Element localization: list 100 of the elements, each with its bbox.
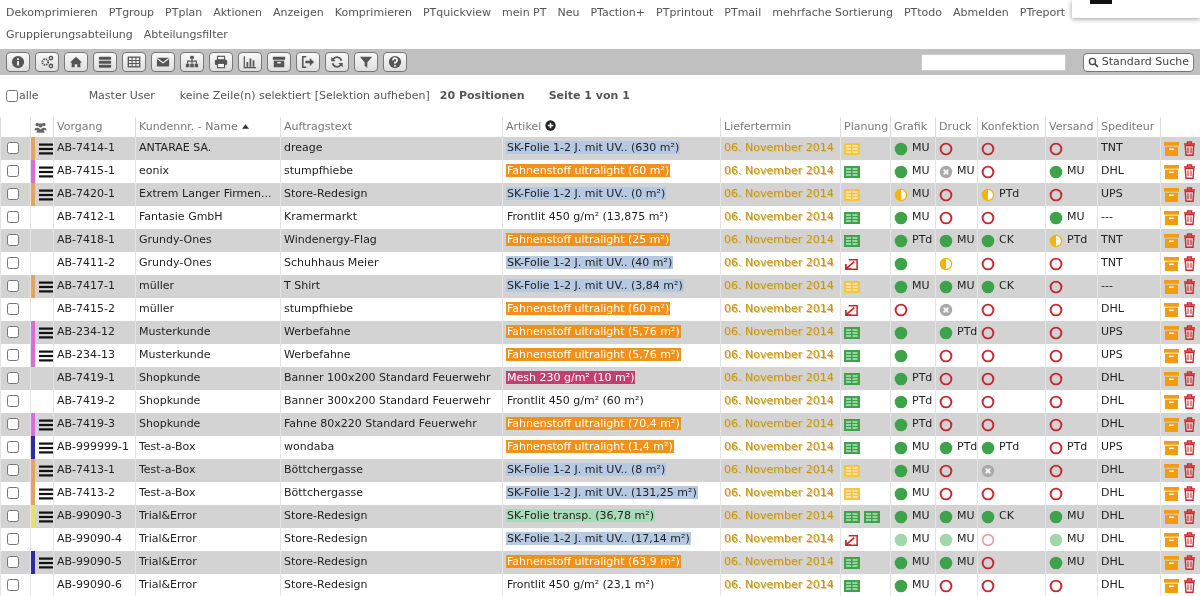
trash-icon[interactable]: [1183, 509, 1196, 524]
table-button[interactable]: [122, 52, 146, 72]
planning-list-icon[interactable]: [844, 349, 860, 362]
menu-link[interactable]: PTprintout: [656, 2, 714, 24]
planning-list-icon[interactable]: [844, 441, 860, 454]
add-icon[interactable]: [545, 119, 557, 131]
planning-list-icon[interactable]: [844, 395, 860, 408]
menu-link[interactable]: Anzeigen: [272, 2, 324, 24]
menu-link[interactable]: PTgroup: [108, 2, 155, 24]
search-field[interactable]: [920, 53, 1066, 71]
bar-chart-button[interactable]: [238, 52, 262, 72]
menu-link[interactable]: mein PT: [502, 2, 547, 24]
select-all-checkbox[interactable]: [6, 90, 18, 102]
trash-icon[interactable]: [1183, 555, 1196, 570]
menu-link[interactable]: PTplan: [165, 2, 203, 24]
row-checkbox[interactable]: [7, 142, 19, 155]
column-header[interactable]: Liefertermin: [724, 119, 792, 133]
menu-link[interactable]: Dekomprimieren: [6, 2, 98, 24]
search-button[interactable]: Standard Suche: [1082, 52, 1194, 72]
list-button[interactable]: [93, 52, 117, 72]
row-checkbox[interactable]: [7, 188, 19, 201]
trash-icon[interactable]: [1183, 463, 1196, 478]
row-checkbox[interactable]: [7, 326, 19, 339]
menu-icon[interactable]: [39, 464, 53, 477]
planning-list-icon[interactable]: [844, 165, 860, 178]
row-checkbox[interactable]: [7, 395, 19, 408]
row-checkbox[interactable]: [7, 303, 19, 316]
row-checkbox[interactable]: [7, 234, 19, 247]
trash-icon[interactable]: [1183, 440, 1196, 455]
column-header[interactable]: Vorgang: [57, 119, 103, 133]
trash-icon[interactable]: [1183, 417, 1196, 432]
home-button[interactable]: [64, 52, 88, 72]
menu-link[interactable]: Komprimieren: [334, 2, 412, 24]
trash-icon[interactable]: [1183, 187, 1196, 202]
column-header[interactable]: Konfektion: [981, 119, 1040, 133]
trash-icon[interactable]: [1183, 210, 1196, 225]
column-header[interactable]: Druck: [939, 119, 972, 133]
row-checkbox[interactable]: [7, 418, 19, 431]
menu-link[interactable]: mehrfache Sortierung: [772, 2, 893, 24]
column-header[interactable]: Artikel: [506, 119, 542, 133]
clear-selection-link[interactable]: [Selektion aufheben]: [314, 87, 430, 105]
planning-list-icon[interactable]: [844, 579, 860, 592]
row-checkbox[interactable]: [7, 464, 19, 477]
trash-icon[interactable]: [1183, 578, 1196, 593]
column-header[interactable]: Kundennr. - Name: [139, 119, 238, 133]
gears-button[interactable]: [35, 52, 59, 72]
trash-icon[interactable]: [1183, 141, 1196, 156]
menu-link[interactable]: PTquickview: [423, 2, 492, 24]
planning-list-icon[interactable]: [844, 211, 860, 224]
row-checkbox[interactable]: [7, 487, 19, 500]
row-checkbox[interactable]: [7, 280, 19, 293]
trash-icon[interactable]: [1183, 279, 1196, 294]
row-checkbox[interactable]: [7, 510, 19, 523]
refresh-button[interactable]: [325, 52, 349, 72]
trash-icon[interactable]: [1183, 371, 1196, 386]
row-checkbox[interactable]: [7, 211, 19, 224]
column-header[interactable]: Spediteur: [1101, 119, 1155, 133]
trash-icon[interactable]: [1183, 394, 1196, 409]
sort-ascending-icon[interactable]: [241, 124, 249, 130]
trash-icon[interactable]: [1183, 256, 1196, 271]
menu-link[interactable]: PTtodo: [903, 2, 942, 24]
row-checkbox[interactable]: [7, 372, 19, 385]
menu-icon[interactable]: [39, 349, 53, 362]
return-arrow-icon[interactable]: [844, 532, 859, 547]
exit-button[interactable]: [296, 52, 320, 72]
column-header[interactable]: Versand: [1049, 119, 1094, 133]
menu-icon[interactable]: [39, 510, 53, 523]
menu-link[interactable]: Gruppierungsabteilung: [6, 24, 133, 46]
menu-icon[interactable]: [39, 441, 53, 454]
menu-icon[interactable]: [39, 165, 53, 178]
trash-icon[interactable]: [1183, 325, 1196, 340]
trash-icon[interactable]: [1183, 486, 1196, 501]
menu-link[interactable]: PTmail: [724, 2, 762, 24]
trash-icon[interactable]: [1183, 302, 1196, 317]
return-arrow-icon[interactable]: [844, 256, 859, 271]
column-header[interactable]: Grafik: [894, 119, 928, 133]
menu-link[interactable]: Abteilungsfilter: [143, 24, 228, 46]
menu-icon[interactable]: [39, 280, 53, 293]
row-checkbox[interactable]: [7, 165, 19, 178]
trash-icon[interactable]: [1183, 532, 1196, 547]
sitemap-button[interactable]: [180, 52, 204, 72]
menu-icon[interactable]: [39, 326, 53, 339]
archive-button[interactable]: [267, 52, 291, 72]
mail-button[interactable]: [151, 52, 175, 72]
menu-icon[interactable]: [39, 188, 53, 201]
trash-icon[interactable]: [1183, 348, 1196, 363]
menu-icon[interactable]: [39, 418, 53, 431]
menu-link[interactable]: Aktionen: [213, 2, 262, 24]
help-button[interactable]: [383, 52, 407, 72]
printer-button[interactable]: [209, 52, 233, 72]
menu-icon[interactable]: [39, 487, 53, 500]
info-button[interactable]: [6, 52, 30, 72]
row-checkbox[interactable]: [7, 441, 19, 454]
trash-icon[interactable]: [1183, 233, 1196, 248]
filter-button[interactable]: [354, 52, 378, 72]
menu-link[interactable]: Abmelden: [953, 2, 1009, 24]
menu-icon[interactable]: [39, 142, 53, 155]
row-checkbox[interactable]: [7, 579, 19, 592]
trash-icon[interactable]: [1183, 164, 1196, 179]
row-checkbox[interactable]: [7, 533, 19, 546]
